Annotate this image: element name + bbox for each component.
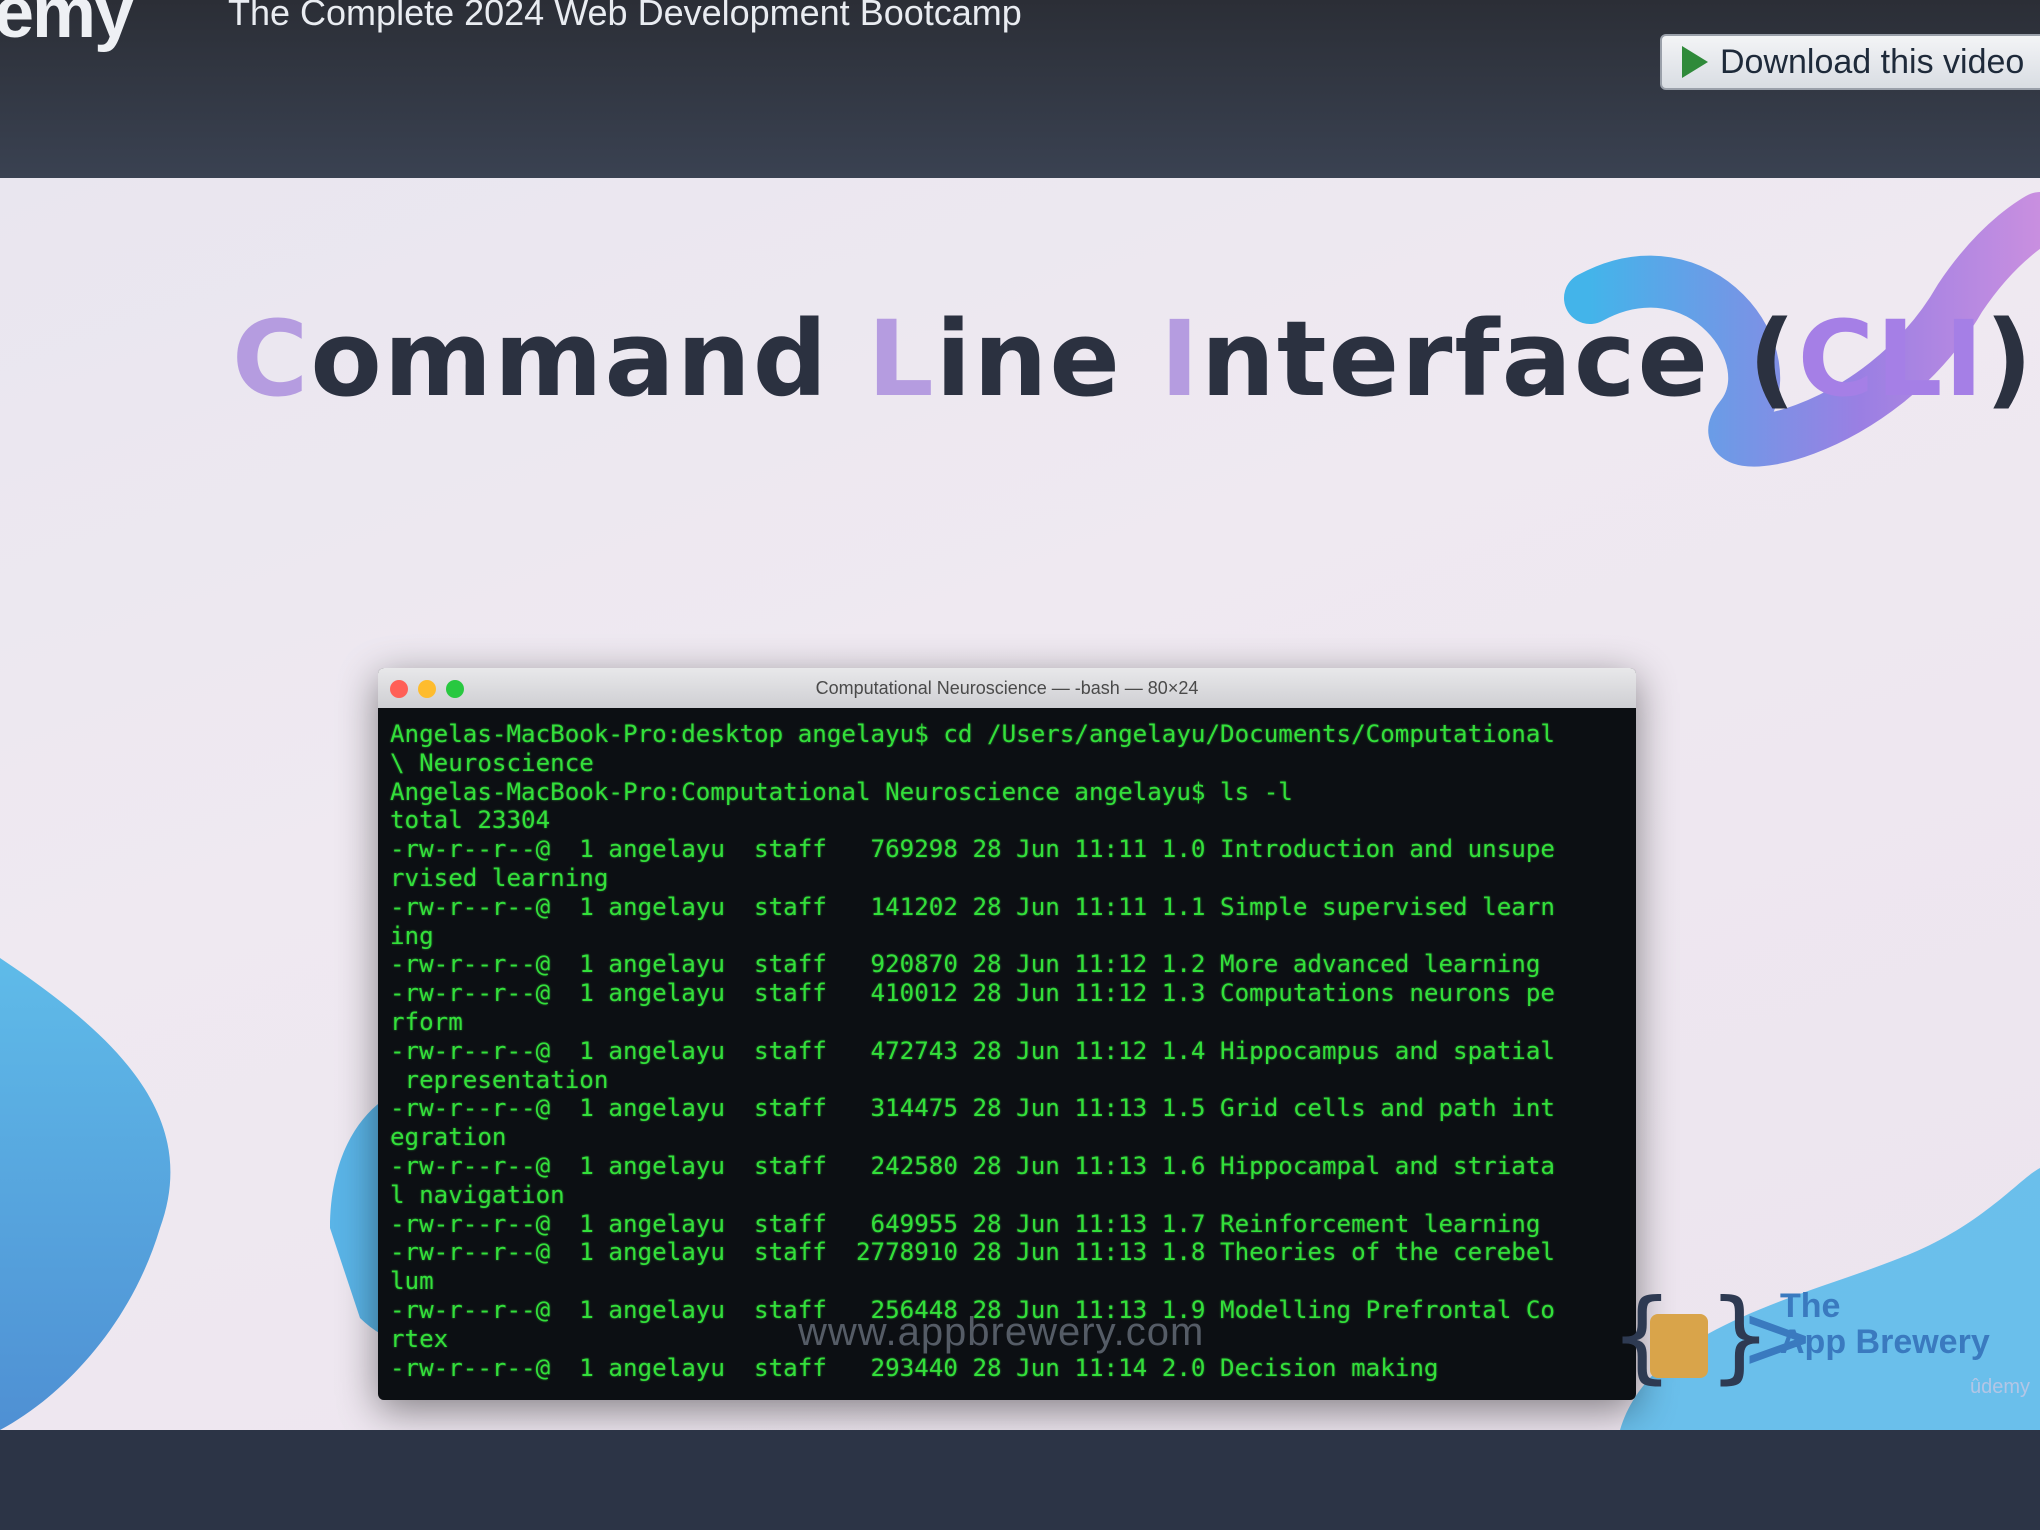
terminal-line: -rw-r--r--@ 1 angelayu staff 141202 28 J…	[390, 892, 1555, 921]
course-title[interactable]: The Complete 2024 Web Development Bootca…	[228, 0, 1022, 34]
title-part: I	[1160, 298, 1201, 420]
terminal-window[interactable]: Computational Neuroscience — -bash — 80×…	[378, 668, 1636, 1400]
terminal-line: -rw-r--r--@ 1 angelayu staff 242580 28 J…	[390, 1151, 1555, 1180]
title-part: CLI	[1797, 298, 1986, 420]
terminal-line: -rw-r--r--@ 1 angelayu staff 649955 28 J…	[390, 1209, 1541, 1238]
terminal-line: -rw-r--r--@ 1 angelayu staff 2778910 28 …	[390, 1238, 1555, 1267]
download-video-button[interactable]: Download this video	[1660, 34, 2040, 90]
terminal-line: Angelas-MacBook-Pro:desktop angelayu$ cd…	[390, 720, 1555, 748]
play-icon	[1682, 46, 1708, 78]
download-video-label: Download this video	[1720, 42, 2025, 81]
terminal-line: lum	[390, 1267, 434, 1296]
terminal-line: -rw-r--r--@ 1 angelayu staff 769298 28 J…	[390, 835, 1555, 864]
title-part: nterface (	[1200, 298, 1798, 420]
terminal-line: Angelas-MacBook-Pro:Computational Neuros…	[390, 777, 1293, 806]
terminal-line: -rw-r--r--@ 1 angelayu staff 293440 28 J…	[390, 1353, 1439, 1382]
logo-line: The	[1780, 1287, 1841, 1325]
terminal-line: \ Neuroscience	[390, 748, 594, 777]
terminal-line: rform	[390, 1007, 463, 1036]
terminal-line: total 23304	[390, 806, 551, 835]
title-part: ine	[935, 298, 1161, 420]
terminal-line: -rw-r--r--@ 1 angelayu staff 410012 28 J…	[390, 979, 1555, 1008]
terminal-line: -rw-r--r--@ 1 angelayu staff 920870 28 J…	[390, 950, 1541, 979]
terminal-line: l navigation	[390, 1180, 565, 1209]
app-brewery-wordmark: The App Brewery	[1780, 1288, 1990, 1360]
udemy-logo[interactable]: emy	[0, 0, 134, 54]
website-url: www.appbrewery.com	[798, 1310, 1205, 1354]
terminal-line: representation	[390, 1065, 609, 1094]
top-bar: emy The Complete 2024 Web Development Bo…	[0, 0, 2040, 180]
terminal-line: -rw-r--r--@ 1 angelayu staff 314475 28 J…	[390, 1094, 1555, 1123]
logo-line: App Brewery	[1780, 1323, 1990, 1361]
terminal-titlebar[interactable]: Computational Neuroscience — -bash — 80×…	[378, 668, 1636, 708]
udemy-watermark: ûdemy	[1970, 1376, 2031, 1398]
player-bottom-bar	[0, 1430, 2040, 1530]
title-part: C	[232, 298, 311, 420]
terminal-line: ing	[390, 921, 434, 950]
title-part: )	[1985, 298, 2035, 420]
lecture-slide: Command Line Interface (CLI) Computation…	[0, 178, 2040, 1430]
slide-title: Command Line Interface (CLI)	[232, 298, 2035, 420]
title-part: ommand	[310, 298, 868, 420]
terminal-title: Computational Neuroscience — -bash — 80×…	[815, 678, 1199, 698]
terminal-line: rvised learning	[390, 863, 609, 892]
title-part: L	[867, 298, 936, 420]
terminal-line: -rw-r--r--@ 1 angelayu staff 472743 28 J…	[390, 1036, 1555, 1065]
terminal-output[interactable]: Angelas-MacBook-Pro:desktop angelayu$ cd…	[390, 720, 1626, 1382]
terminal-line: egration	[390, 1123, 507, 1152]
